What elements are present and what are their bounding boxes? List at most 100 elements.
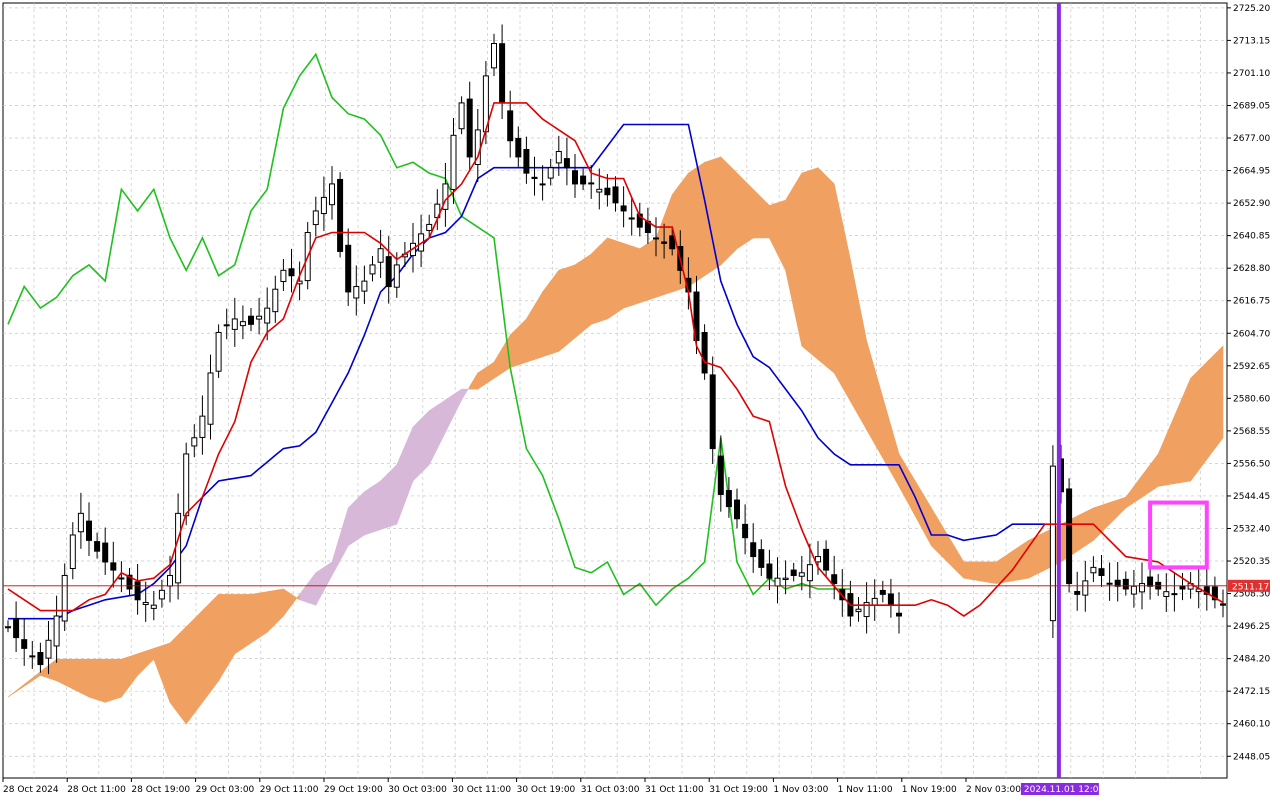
candle-body xyxy=(150,604,157,609)
candle-body xyxy=(628,217,635,220)
kumo-segment xyxy=(80,658,90,698)
kumo-segment xyxy=(185,617,195,725)
kumo-segment xyxy=(258,591,268,639)
kumo-segment xyxy=(1076,511,1086,552)
candle-body xyxy=(855,608,862,613)
kumo-segment xyxy=(728,164,738,258)
y-tick-label: 2520.35 xyxy=(1233,557,1270,567)
kumo-segment xyxy=(218,594,227,682)
candle-body xyxy=(110,562,117,571)
candle-body xyxy=(742,523,749,539)
kumo-segment xyxy=(566,264,576,346)
y-tick-label: 2652.90 xyxy=(1233,199,1270,209)
candle-body xyxy=(1139,583,1145,593)
candle-body xyxy=(207,372,214,425)
chart-area[interactable]: 2725.20 2713.15 2701.10 2689.05 2677.00 2664.… xyxy=(0,0,1280,800)
y-tick-label: 2640.85 xyxy=(1233,232,1270,242)
candle-body xyxy=(1179,585,1186,590)
candle-body xyxy=(231,318,238,330)
candle-body xyxy=(831,574,838,585)
candle-body xyxy=(588,182,595,185)
y-tick-label: 2592.65 xyxy=(1233,362,1270,372)
kumo-segment xyxy=(639,242,649,304)
kumo-segment xyxy=(242,594,252,649)
candle-body xyxy=(5,626,11,629)
candle-body xyxy=(823,548,830,571)
kumo-segment xyxy=(364,485,373,536)
kumo-segment xyxy=(679,172,689,290)
kumo-segment xyxy=(194,609,203,715)
candle-body xyxy=(288,268,295,277)
candle-body xyxy=(272,288,279,313)
kumo-segment xyxy=(720,156,730,266)
kumo-segment xyxy=(1085,507,1094,547)
candle-body xyxy=(612,186,619,204)
candle-body xyxy=(572,170,578,185)
candle-body xyxy=(345,244,352,293)
candle-body xyxy=(1066,488,1073,585)
kumo-segment xyxy=(72,658,82,694)
kumo-segment xyxy=(1198,361,1208,472)
kumo-segment xyxy=(412,418,422,482)
kumo-segment xyxy=(574,258,584,339)
candle-body xyxy=(69,534,76,570)
candle-body xyxy=(815,556,821,563)
y-tick-label: 2628.80 xyxy=(1233,264,1270,274)
candle xyxy=(215,324,222,378)
kumo-segment xyxy=(104,658,114,703)
candle-body xyxy=(199,415,206,438)
ichimoku-chart[interactable]: 2725.20 2713.15 2701.10 2689.05 2677.00 2664.… xyxy=(0,0,1280,800)
x-tick-label: 31 Oct 11:00 xyxy=(645,785,704,795)
candle-body xyxy=(29,655,36,658)
kumo-segment xyxy=(825,175,835,374)
kumo-segment xyxy=(517,318,527,366)
candle-body xyxy=(1082,580,1089,596)
candle-body xyxy=(806,564,813,582)
x-tick-label: 28 Oct 19:00 xyxy=(131,785,190,795)
candle-body xyxy=(134,581,141,601)
candle-body xyxy=(53,615,60,647)
candle-body xyxy=(1220,603,1226,606)
candle-body xyxy=(337,178,344,252)
candle-body xyxy=(1147,576,1154,587)
x-tick-label: 29 Oct 19:00 xyxy=(324,785,383,795)
candle-body xyxy=(766,563,773,579)
candle-body xyxy=(385,256,392,288)
kumo-segment xyxy=(607,237,616,320)
candle-body xyxy=(183,453,190,517)
y-tick-label: 2544.45 xyxy=(1233,492,1270,502)
y-tick-label: 2616.75 xyxy=(1233,297,1270,307)
candle-body xyxy=(523,148,530,174)
candle-body xyxy=(142,601,149,606)
candle-body xyxy=(312,210,319,226)
candle-body xyxy=(466,98,473,158)
candle-body xyxy=(734,499,740,520)
candle-body xyxy=(118,577,125,580)
kumo-segment xyxy=(744,180,754,244)
y-tick-label: 2713.15 xyxy=(1233,36,1270,46)
y-tick-label: 2532.40 xyxy=(1233,524,1270,534)
candle-body xyxy=(1122,578,1129,590)
kumo-segment xyxy=(550,269,560,355)
kumo-segment xyxy=(647,237,657,301)
candle-body xyxy=(329,183,335,206)
candle-body xyxy=(248,315,254,325)
candle xyxy=(701,324,708,380)
candle-body xyxy=(1106,582,1113,585)
x-tick-label: 28 Oct 2024 xyxy=(3,785,59,795)
x-tick-label: 31 Oct 19:00 xyxy=(709,785,768,795)
candle-body xyxy=(620,205,627,212)
current-price-badge: 2511.17 xyxy=(1228,579,1270,592)
candle-body xyxy=(458,102,465,130)
candle-body xyxy=(191,437,198,447)
x-tick-label: 30 Oct 03:00 xyxy=(388,785,447,795)
y-tick-label: 2580.60 xyxy=(1233,394,1270,404)
kumo-segment xyxy=(347,499,357,547)
candle-body xyxy=(223,324,230,327)
candle-body xyxy=(701,331,708,374)
kumo-segment xyxy=(1214,345,1224,450)
kumo-segment xyxy=(1036,531,1046,575)
candle-body xyxy=(167,574,173,587)
kumo-segment xyxy=(226,594,236,669)
candle-body xyxy=(750,542,757,558)
